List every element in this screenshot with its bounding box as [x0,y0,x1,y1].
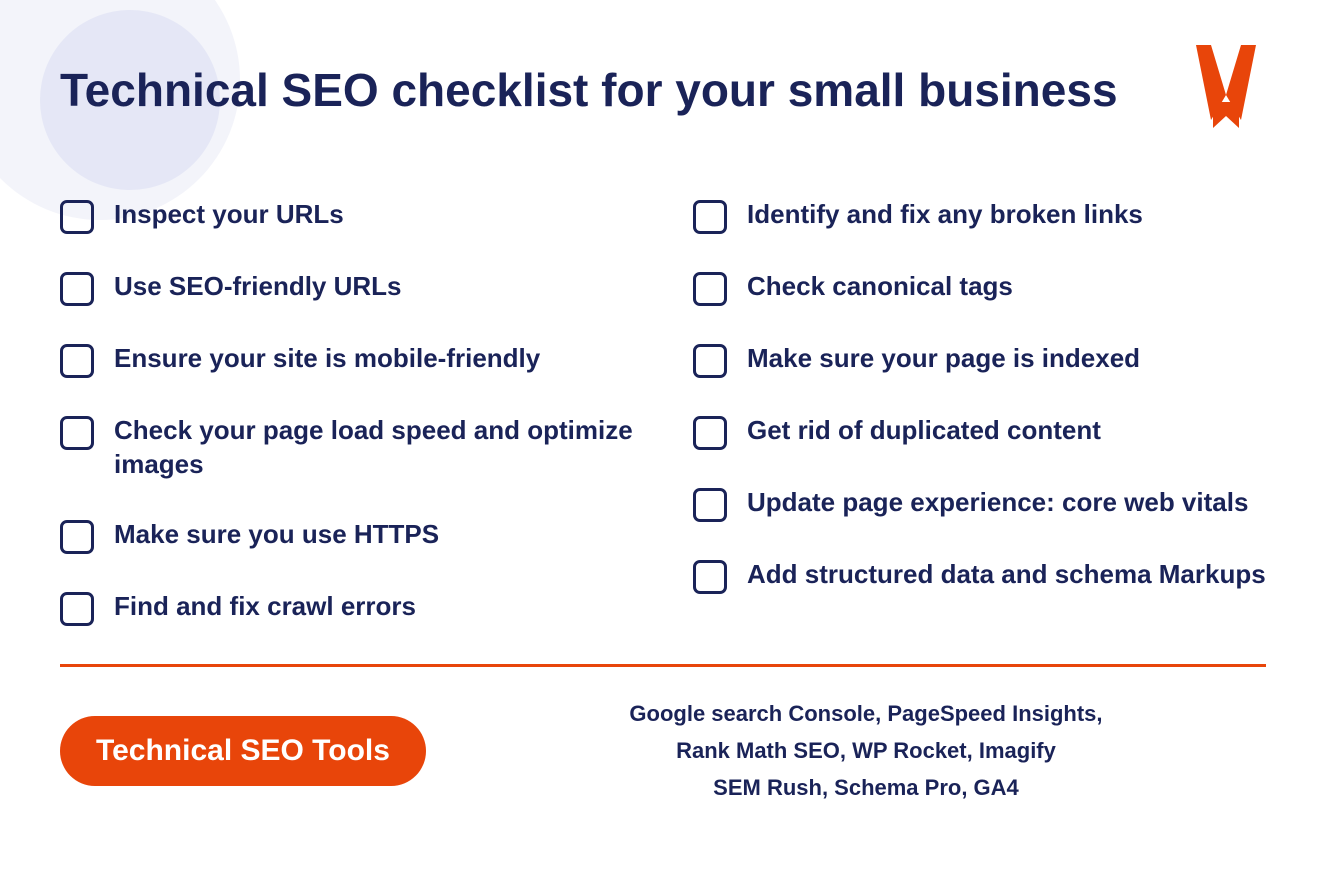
checkbox-10[interactable] [693,416,727,450]
checklist-column-1: Inspect your URLs Use SEO-friendly URLs … [60,180,633,644]
header: Technical SEO checklist for your small b… [60,40,1266,140]
page-container: Technical SEO checklist for your small b… [0,0,1326,890]
checklist-item-1: Inspect your URLs [60,180,633,252]
checkbox-9[interactable] [693,344,727,378]
logo-container [1186,40,1266,140]
checkbox-8[interactable] [693,272,727,306]
footer: Technical SEO Tools Google search Consol… [60,667,1266,827]
checklist-column-2: Identify and fix any broken links Check … [693,180,1266,644]
checkbox-5[interactable] [60,520,94,554]
checklist-item-7: Identify and fix any broken links [693,180,1266,252]
item-text-8: Check canonical tags [747,270,1013,304]
item-text-4: Check your page load speed and optimize … [114,414,633,482]
checklist-item-2: Use SEO-friendly URLs [60,252,633,324]
w-logo-icon [1191,40,1261,130]
checklist-item-5: Make sure you use HTTPS [60,500,633,572]
item-text-7: Identify and fix any broken links [747,198,1143,232]
content-area: Inspect your URLs Use SEO-friendly URLs … [60,180,1266,644]
checklist-item-11: Update page experience: core web vitals [693,468,1266,540]
item-text-3: Ensure your site is mobile-friendly [114,342,540,376]
item-text-11: Update page experience: core web vitals [747,486,1248,520]
checkbox-4[interactable] [60,416,94,450]
tools-badge: Technical SEO Tools [60,716,426,786]
item-text-12: Add structured data and schema Markups [747,558,1266,592]
item-text-6: Find and fix crawl errors [114,590,416,624]
tools-line-1: Google search Console, PageSpeed Insight… [629,701,1102,726]
checkbox-2[interactable] [60,272,94,306]
checklist-item-9: Make sure your page is indexed [693,324,1266,396]
checklist-item-8: Check canonical tags [693,252,1266,324]
tools-list: Google search Console, PageSpeed Insight… [466,695,1266,807]
checklist-item-3: Ensure your site is mobile-friendly [60,324,633,396]
checkbox-12[interactable] [693,560,727,594]
checkbox-11[interactable] [693,488,727,522]
page-title: Technical SEO checklist for your small b… [60,64,1186,117]
checkbox-1[interactable] [60,200,94,234]
item-text-1: Inspect your URLs [114,198,344,232]
checklist-item-10: Get rid of duplicated content [693,396,1266,468]
item-text-5: Make sure you use HTTPS [114,518,439,552]
checkbox-3[interactable] [60,344,94,378]
checklist-item-6: Find and fix crawl errors [60,572,633,644]
checklist-item-4: Check your page load speed and optimize … [60,396,633,500]
tools-line-3: SEM Rush, Schema Pro, GA4 [713,775,1019,800]
item-text-10: Get rid of duplicated content [747,414,1101,448]
item-text-9: Make sure your page is indexed [747,342,1140,376]
checkbox-6[interactable] [60,592,94,626]
checkbox-7[interactable] [693,200,727,234]
tools-line-2: Rank Math SEO, WP Rocket, Imagify [676,738,1056,763]
checklist-item-12: Add structured data and schema Markups [693,540,1266,612]
item-text-2: Use SEO-friendly URLs [114,270,402,304]
